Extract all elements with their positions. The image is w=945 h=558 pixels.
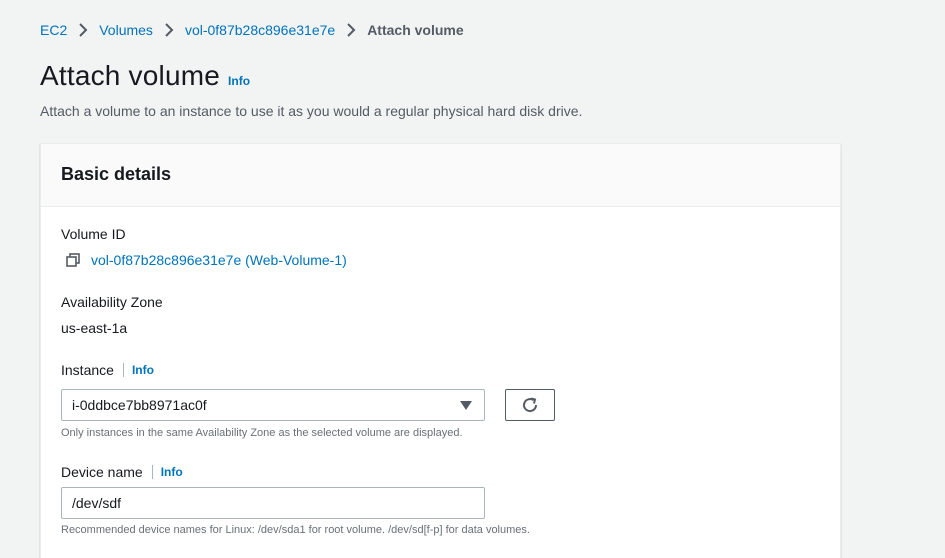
header-info-link[interactable]: Info xyxy=(228,74,250,88)
device-name-hint: Recommended device names for Linux: /dev… xyxy=(61,524,530,536)
breadcrumb-ec2[interactable]: EC2 xyxy=(40,22,67,38)
device-name-label-text: Device name xyxy=(61,464,143,480)
device-name-info-link[interactable]: Info xyxy=(161,465,183,479)
volume-id-label-text: Volume ID xyxy=(61,226,126,242)
label-divider xyxy=(122,363,124,377)
instance-info-link[interactable]: Info xyxy=(132,363,154,377)
availability-zone-label: Availability Zone xyxy=(61,294,163,310)
breadcrumb-volumes[interactable]: Volumes xyxy=(99,22,153,38)
instance-hint: Only instances in the same Availability … xyxy=(61,427,463,439)
section-title: Basic details xyxy=(41,144,840,207)
instance-label: Instance Info xyxy=(61,362,154,378)
copy-icon[interactable] xyxy=(65,252,81,268)
volume-id-link[interactable]: vol-0f87b28c896e31e7e (Web-Volume-1) xyxy=(91,252,347,268)
chevron-right-icon xyxy=(153,20,185,40)
device-name-input[interactable] xyxy=(61,487,485,519)
basic-details-container: Basic details Volume ID vol-0f87b28c896e… xyxy=(40,143,841,558)
caret-down-icon xyxy=(460,401,472,410)
page-header: Attach volume Info xyxy=(40,60,250,92)
instance-select[interactable]: i-0ddbce7bb8971ac0f xyxy=(61,389,485,421)
instance-label-text: Instance xyxy=(61,362,114,378)
breadcrumb-current: Attach volume xyxy=(367,22,464,38)
availability-zone-value: us-east-1a xyxy=(61,320,128,336)
instance-select-value: i-0ddbce7bb8971ac0f xyxy=(72,397,207,413)
volume-id-value[interactable]: vol-0f87b28c896e31e7e (Web-Volume-1) xyxy=(61,252,347,268)
label-divider xyxy=(151,465,153,479)
volume-id-label: Volume ID xyxy=(61,226,126,242)
page-description: Attach a volume to an instance to use it… xyxy=(40,103,583,119)
device-name-label: Device name Info xyxy=(61,464,183,480)
breadcrumb-volume-id[interactable]: vol-0f87b28c896e31e7e xyxy=(185,22,335,38)
attach-volume-page: EC2 Volumes vol-0f87b28c896e31e7e Attach… xyxy=(0,0,945,558)
chevron-right-icon xyxy=(335,20,367,40)
chevron-right-icon xyxy=(67,20,99,40)
availability-zone-label-text: Availability Zone xyxy=(61,294,163,310)
breadcrumb: EC2 Volumes vol-0f87b28c896e31e7e Attach… xyxy=(40,20,464,40)
refresh-icon xyxy=(523,397,538,413)
page-title: Attach volume xyxy=(40,60,221,91)
refresh-instances-button[interactable] xyxy=(505,389,555,421)
